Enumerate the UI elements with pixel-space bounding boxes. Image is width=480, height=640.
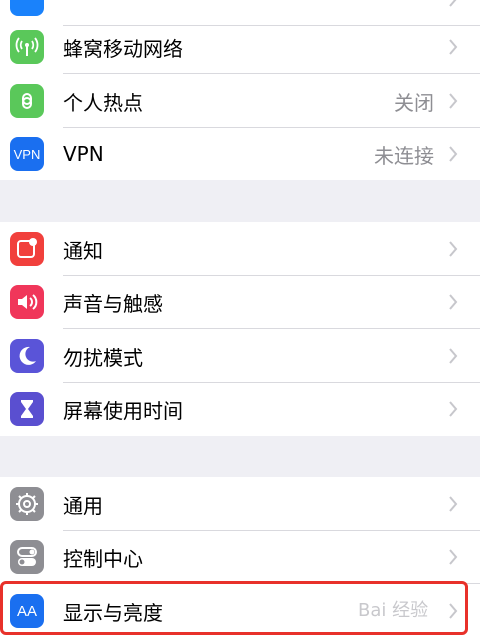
settings-group-notifications: 通知 声音与触感 勿扰模式 屏幕使用时间 [0,222,480,436]
row-label: 声音与触感 [63,291,163,316]
row-label: 个人热点 [63,90,143,115]
row-screen-time[interactable]: 屏幕使用时间 [0,382,480,436]
row-do-not-disturb[interactable]: 勿扰模式 [0,329,480,383]
row-label: 勿扰模式 [63,345,143,370]
chevron-right-icon [449,39,458,55]
vpn-icon: VPN [10,137,44,171]
row-sounds[interactable]: 声音与触感 [0,275,480,329]
gear-icon [10,487,44,521]
row-label: 控制中心 [63,546,143,571]
chevron-right-icon [449,401,458,417]
antenna-icon [10,30,44,64]
hourglass-icon [10,392,44,426]
row-cellular[interactable]: 蜂窝移动网络 [0,20,480,74]
row-label: 屏幕使用时间 [63,398,183,423]
row-control-center[interactable]: 控制中心 [0,530,480,584]
chevron-right-icon [449,241,458,257]
row-notifications[interactable]: 通知 [0,222,480,276]
row-label: 通知 [63,238,103,263]
notification-icon [10,232,44,266]
row-vpn[interactable]: VPN VPN 未连接 [0,127,480,181]
speaker-icon [10,285,44,319]
chevron-right-icon [449,146,458,162]
chevron-right-icon [449,0,457,7]
chevron-right-icon [449,496,458,512]
moon-icon [10,339,44,373]
row-label: 蜂窝移动网络 [63,36,183,61]
row-value: 关闭 [394,90,434,115]
row-value: 未连接 [374,143,434,168]
row-hotspot[interactable]: 个人热点 关闭 [0,74,480,128]
toggles-icon [10,540,44,574]
chevron-right-icon [449,93,458,109]
chevron-right-icon [449,549,458,565]
row-label: 通用 [63,493,103,518]
settings-group-connectivity: 蜂窝移动网络 个人热点 关闭 VPN VPN 未连接 [0,0,480,180]
row-general[interactable]: 通用 [0,477,480,531]
watermark: Bai 经验 [358,600,429,621]
row-label: VPN [63,142,104,166]
chevron-right-icon [449,348,458,364]
bluetooth-icon [10,0,44,16]
chevron-right-icon [449,294,458,310]
hotspot-icon [10,84,44,118]
